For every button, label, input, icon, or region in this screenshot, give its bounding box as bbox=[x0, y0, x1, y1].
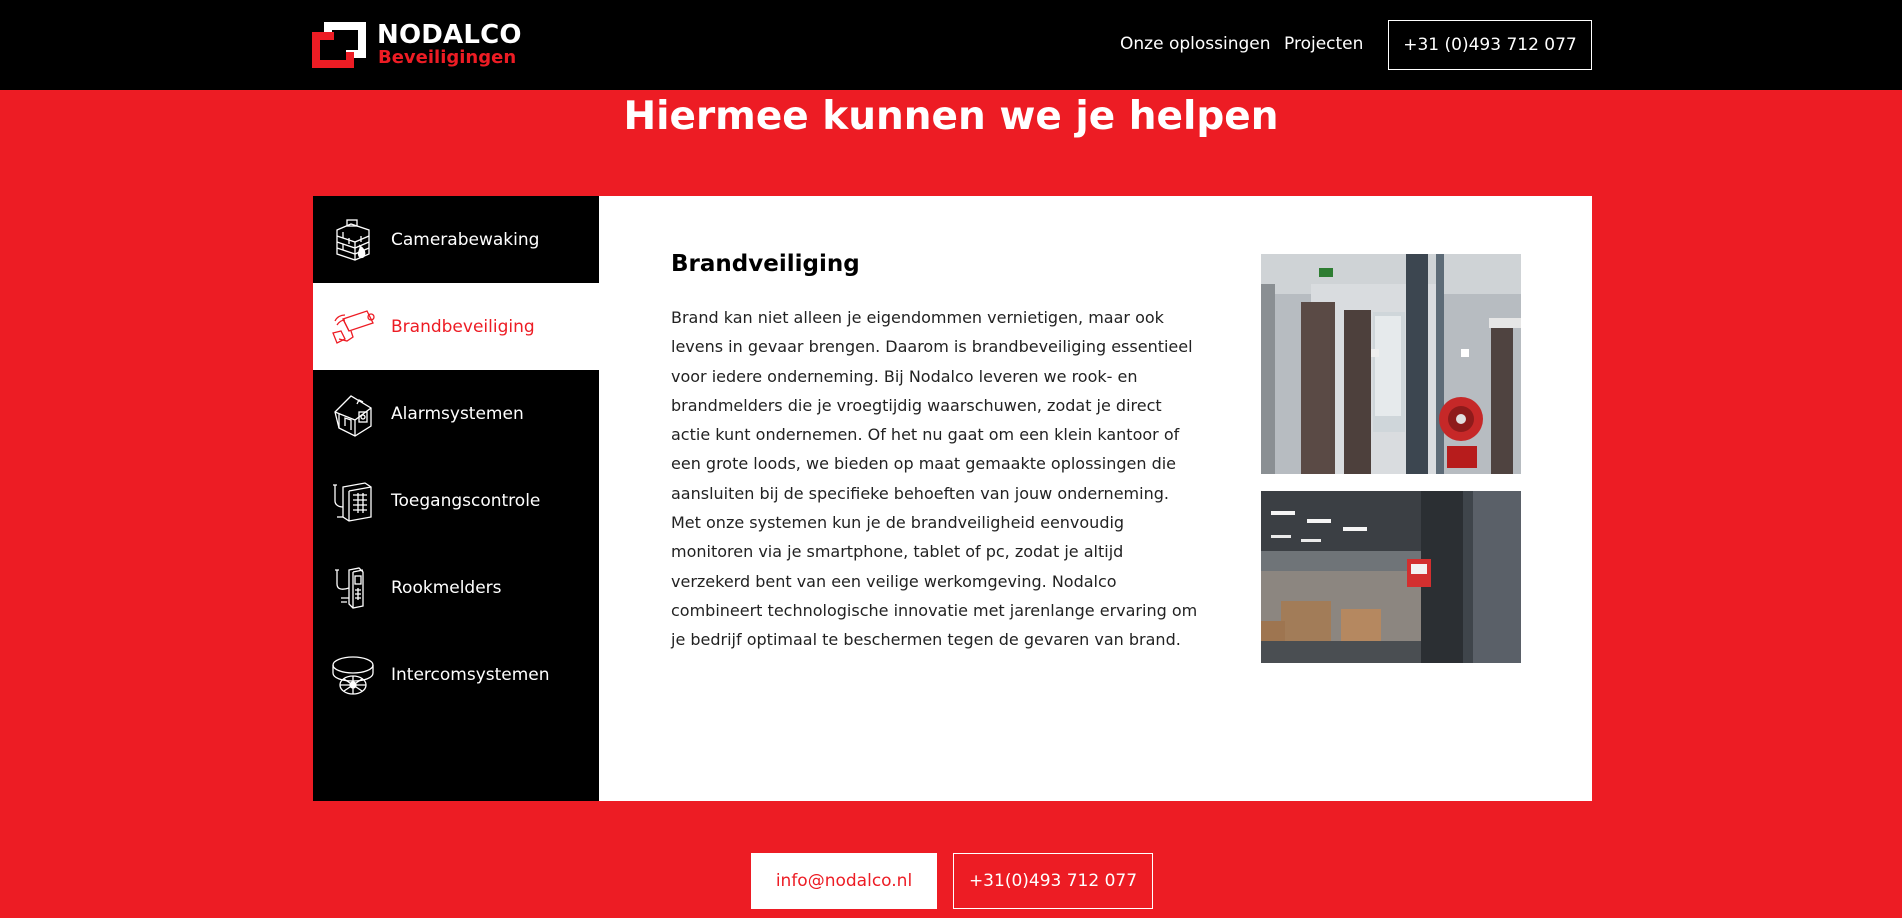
brick-wall-fire-icon bbox=[336, 218, 370, 261]
content-paragraph-1: Brand kan niet alleen je eigendommen ver… bbox=[671, 308, 1193, 503]
email-button[interactable]: info@nodalco.nl bbox=[751, 853, 937, 909]
keypad-panel-icon bbox=[333, 481, 372, 522]
tab-camerabewaking[interactable]: Camerabewaking bbox=[313, 196, 599, 283]
tab-brandbeveiliging[interactable]: Brandbeveiliging bbox=[313, 283, 599, 370]
tab-toegangscontrole[interactable]: Toegangscontrole bbox=[313, 457, 599, 544]
tab-label: Intercomsystemen bbox=[391, 664, 550, 685]
tab-alarmsystemen[interactable]: Alarmsystemen bbox=[313, 370, 599, 457]
nodalco-logo-icon bbox=[312, 22, 366, 68]
tab-label: Rookmelders bbox=[391, 577, 502, 598]
tab-label: Brandbeveiliging bbox=[391, 316, 535, 337]
tab-label: Alarmsystemen bbox=[391, 403, 524, 424]
security-camera-icon bbox=[332, 309, 375, 344]
tab-label: Camerabewaking bbox=[391, 229, 540, 250]
tab-intercomsystemen[interactable]: Intercomsystemen bbox=[313, 631, 599, 718]
header-phone-button[interactable]: +31 (0)493 712 077 bbox=[1388, 20, 1592, 70]
footer-phone-button[interactable]: +31(0)493 712 077 bbox=[953, 853, 1153, 909]
tab-content: Brandveiliging Brand kan niet alleen je … bbox=[671, 251, 1201, 655]
fire-alarm-warehouse-image bbox=[1261, 491, 1521, 663]
fire-hose-corridor-image bbox=[1261, 254, 1521, 474]
tab-label: Toegangscontrole bbox=[391, 490, 541, 511]
smoke-detector-icon bbox=[332, 655, 374, 695]
content-paragraph-2: Met onze systemen kun je de brandveiligh… bbox=[671, 513, 1198, 650]
nav-onze-oplossingen[interactable]: Onze oplossingen bbox=[1120, 34, 1271, 54]
house-alarm-icon bbox=[334, 394, 372, 437]
logo-subtitle: Beveiligingen bbox=[378, 47, 517, 68]
section-title: Hiermee kunnen we je helpen bbox=[623, 94, 1279, 139]
logo-name: NODALCO bbox=[377, 20, 522, 50]
site-header: NODALCO Beveiligingen Onze oplossingen P… bbox=[0, 0, 1902, 90]
services-tabs-panel: Camerabewaking Brandbeveiliging Alarmsys… bbox=[313, 196, 1592, 801]
nav-projecten[interactable]: Projecten bbox=[1284, 34, 1363, 54]
door-lock-keypad-icon bbox=[335, 566, 364, 609]
content-title: Brandveiliging bbox=[671, 251, 860, 277]
logo[interactable]: NODALCO Beveiligingen bbox=[310, 18, 522, 72]
tab-rookmelders[interactable]: Rookmelders bbox=[313, 544, 599, 631]
services-sidebar: Camerabewaking Brandbeveiliging Alarmsys… bbox=[313, 196, 599, 801]
